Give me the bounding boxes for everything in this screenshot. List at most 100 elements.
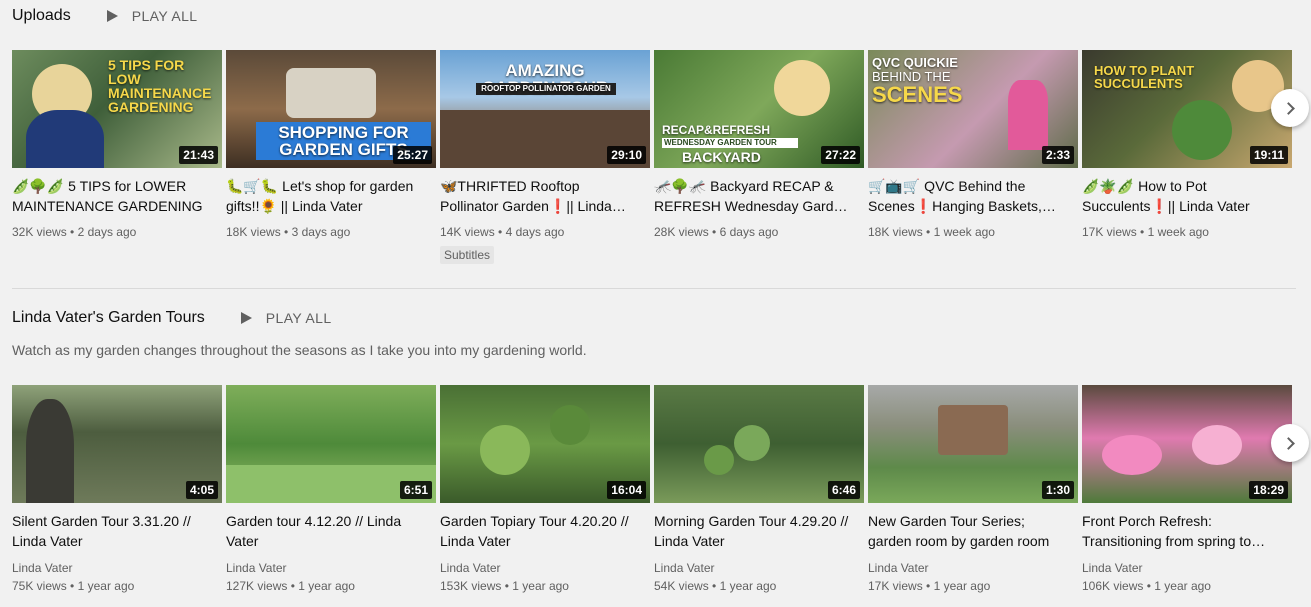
channel-name[interactable]: Linda Vater bbox=[654, 559, 864, 577]
video-thumbnail[interactable]: 6:51 bbox=[226, 385, 436, 503]
video-title[interactable]: 🫛🪴🫛 How to Pot Succulents❗|| Linda Vater bbox=[1082, 176, 1282, 216]
video-views: 153K views bbox=[440, 579, 502, 593]
video-title[interactable]: 🫛🌳🫛 5 TIPS for LOWER MAINTENANCE GARDENI… bbox=[12, 176, 212, 216]
play-all-label: PLAY ALL bbox=[131, 8, 198, 24]
video-thumbnail[interactable]: AMAZING GARDEN TOUR ROOFTOP POLLINATOR G… bbox=[440, 50, 650, 168]
video-card[interactable]: 18:29 Front Porch Refresh: Transitioning… bbox=[1082, 385, 1292, 595]
video-card[interactable]: QVC QUICKIE BEHIND THE SCENES 2:33 🛒📺🛒 Q… bbox=[868, 50, 1078, 264]
video-card[interactable]: 6:46 Morning Garden Tour 4.29.20 // Lind… bbox=[654, 385, 864, 595]
video-thumbnail[interactable]: 6:46 bbox=[654, 385, 864, 503]
video-title[interactable]: Front Porch Refresh: Transitioning from … bbox=[1082, 511, 1282, 551]
thumbnail-overlay-text: 5 TIPS FOR LOW MAINTENANCE GARDENING bbox=[108, 57, 212, 115]
video-title[interactable]: Garden Topiary Tour 4.20.20 // Linda Vat… bbox=[440, 511, 640, 551]
play-all-label: PLAY ALL bbox=[265, 310, 332, 326]
video-views: 32K views bbox=[12, 225, 67, 239]
video-meta: 153K views • 1 year ago bbox=[440, 577, 650, 595]
video-thumbnail[interactable]: 4:05 bbox=[12, 385, 222, 503]
video-meta: 127K views • 1 year ago bbox=[226, 577, 436, 595]
play-all-button[interactable]: PLAY ALL bbox=[240, 310, 332, 326]
video-title[interactable]: New Garden Tour Series; garden room by g… bbox=[868, 511, 1068, 551]
meta-separator: • bbox=[498, 225, 503, 239]
video-thumbnail[interactable]: SHOPPING FOR GARDEN GIFTS 25:27 bbox=[226, 50, 436, 168]
video-card[interactable]: 16:04 Garden Topiary Tour 4.20.20 // Lin… bbox=[440, 385, 650, 595]
video-thumbnail[interactable]: 16:04 bbox=[440, 385, 650, 503]
chevron-right-icon bbox=[1281, 101, 1295, 115]
thumbnail-overlay-text: HOW TO PLANT SUCCULENTS bbox=[1094, 63, 1195, 91]
video-title[interactable]: 🦟🌳🦟 Backyard RECAP & REFRESH Wednesday G… bbox=[654, 176, 854, 216]
meta-separator: • bbox=[926, 225, 931, 239]
subtitles-badge: Subtitles bbox=[440, 246, 495, 264]
video-card[interactable]: 5 TIPS FOR LOW MAINTENANCE GARDENING 21:… bbox=[12, 50, 222, 264]
channel-name[interactable]: Linda Vater bbox=[868, 559, 1078, 577]
video-age: 1 year ago bbox=[77, 579, 135, 593]
video-card[interactable]: RECAP&REFRESH WEDNESDAY GARDEN TOUR BACK… bbox=[654, 50, 864, 264]
video-meta: 54K views • 1 year ago bbox=[654, 577, 864, 595]
video-meta: 75K views • 1 year ago bbox=[12, 577, 222, 595]
play-all-button[interactable]: PLAY ALL bbox=[106, 8, 198, 24]
video-card[interactable]: AMAZING GARDEN TOUR ROOFTOP POLLINATOR G… bbox=[440, 50, 650, 264]
channel-name[interactable]: Linda Vater bbox=[226, 559, 436, 577]
next-button[interactable] bbox=[1271, 424, 1309, 462]
video-card[interactable]: 1:30 New Garden Tour Series; garden room… bbox=[868, 385, 1078, 595]
video-title[interactable]: 🦋THRIFTED Rooftop Pollinator Garden❗|| L… bbox=[440, 176, 640, 216]
video-title[interactable]: 🛒📺🛒 QVC Behind the Scenes❗Hanging Basket… bbox=[868, 176, 1068, 216]
channel-name[interactable]: Linda Vater bbox=[440, 559, 650, 577]
video-meta: 17K views • 1 year ago bbox=[868, 577, 1078, 595]
shelf-description: Watch as my garden changes throughout th… bbox=[12, 342, 587, 358]
video-age: 6 days ago bbox=[719, 225, 779, 239]
video-duration: 6:51 bbox=[399, 481, 432, 499]
video-meta: 18K views • 1 week ago bbox=[868, 223, 1078, 241]
video-views: 54K views bbox=[654, 579, 709, 593]
video-thumbnail[interactable]: 18:29 bbox=[1082, 385, 1292, 503]
video-age: 1 year ago bbox=[933, 579, 991, 593]
video-age: 4 days ago bbox=[505, 225, 565, 239]
video-title[interactable]: 🐛🛒🐛 Let's shop for garden gifts!!🌻 || Li… bbox=[226, 176, 426, 216]
channel-name[interactable]: Linda Vater bbox=[12, 559, 222, 577]
shelf-header: Uploads PLAY ALL bbox=[12, 6, 197, 26]
video-duration: 19:11 bbox=[1249, 146, 1288, 164]
video-thumbnail[interactable]: 1:30 bbox=[868, 385, 1078, 503]
video-views: 17K views bbox=[868, 579, 923, 593]
video-row: 5 TIPS FOR LOW MAINTENANCE GARDENING 21:… bbox=[12, 50, 1296, 264]
video-thumbnail[interactable]: QVC QUICKIE BEHIND THE SCENES 2:33 bbox=[868, 50, 1078, 168]
shelf-header: Linda Vater's Garden Tours PLAY ALL bbox=[12, 308, 332, 328]
video-duration: 4:05 bbox=[185, 481, 218, 499]
video-thumbnail[interactable]: RECAP&REFRESH WEDNESDAY GARDEN TOUR BACK… bbox=[654, 50, 864, 168]
video-duration: 25:27 bbox=[393, 146, 432, 164]
video-age: 1 year ago bbox=[719, 579, 777, 593]
video-card[interactable]: 6:51 Garden tour 4.12.20 // Linda Vater … bbox=[226, 385, 436, 595]
channel-name[interactable]: Linda Vater bbox=[1082, 559, 1292, 577]
next-button[interactable] bbox=[1271, 89, 1309, 127]
meta-separator: • bbox=[1146, 579, 1151, 593]
thumbnail-overlay-text-secondary: BACKYARD bbox=[682, 149, 761, 165]
video-duration: 16:04 bbox=[607, 481, 646, 499]
video-views: 75K views bbox=[12, 579, 67, 593]
video-duration: 29:10 bbox=[607, 146, 646, 164]
video-card[interactable]: SHOPPING FOR GARDEN GIFTS 25:27 🐛🛒🐛 Let'… bbox=[226, 50, 436, 264]
video-thumbnail[interactable]: 5 TIPS FOR LOW MAINTENANCE GARDENING 21:… bbox=[12, 50, 222, 168]
shelf-title[interactable]: Uploads bbox=[12, 7, 71, 25]
video-card[interactable]: 4:05 Silent Garden Tour 3.31.20 // Linda… bbox=[12, 385, 222, 595]
meta-separator: • bbox=[926, 579, 931, 593]
thumbnail-overlay-text: RECAP&REFRESH bbox=[662, 123, 771, 137]
play-icon bbox=[106, 10, 118, 22]
video-views: 18K views bbox=[226, 225, 281, 239]
meta-separator: • bbox=[1140, 225, 1145, 239]
video-age: 2 days ago bbox=[77, 225, 137, 239]
video-views: 18K views bbox=[868, 225, 923, 239]
video-title[interactable]: Garden tour 4.12.20 // Linda Vater bbox=[226, 511, 426, 551]
video-card[interactable]: HOW TO PLANT SUCCULENTS 19:11 🫛🪴🫛 How to… bbox=[1082, 50, 1292, 264]
shelf-divider bbox=[12, 288, 1296, 289]
video-title[interactable]: Morning Garden Tour 4.29.20 // Linda Vat… bbox=[654, 511, 854, 551]
video-thumbnail[interactable]: HOW TO PLANT SUCCULENTS 19:11 bbox=[1082, 50, 1292, 168]
meta-separator: • bbox=[70, 579, 75, 593]
meta-separator: • bbox=[712, 225, 717, 239]
video-title[interactable]: Silent Garden Tour 3.31.20 // Linda Vate… bbox=[12, 511, 212, 551]
video-duration: 21:43 bbox=[179, 146, 218, 164]
thumbnail-overlay-subtext: WEDNESDAY GARDEN TOUR bbox=[662, 138, 798, 148]
meta-separator: • bbox=[70, 225, 75, 239]
video-row: 4:05 Silent Garden Tour 3.31.20 // Linda… bbox=[12, 385, 1296, 595]
chevron-right-icon bbox=[1281, 436, 1295, 450]
meta-separator: • bbox=[284, 225, 289, 239]
shelf-title[interactable]: Linda Vater's Garden Tours bbox=[12, 309, 205, 327]
